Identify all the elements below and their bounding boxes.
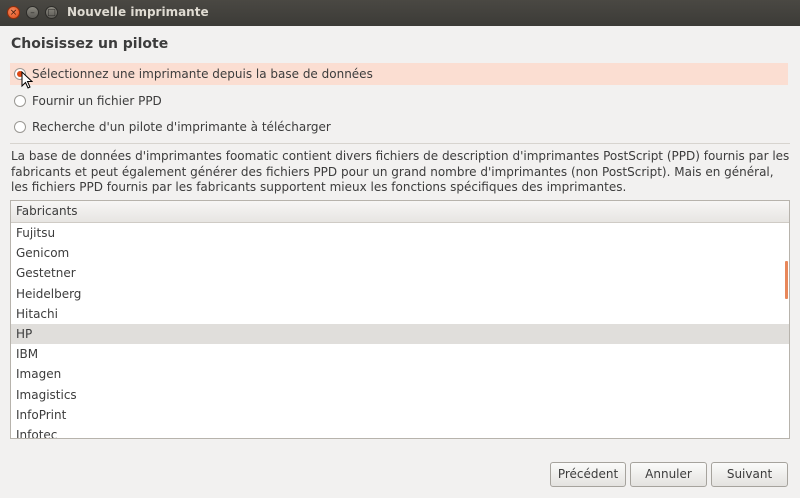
scrollbar-thumb[interactable] xyxy=(785,261,788,299)
option-provide-ppd-file[interactable]: Fournir un fichier PPD xyxy=(10,90,788,112)
list-item[interactable]: Heidelberg xyxy=(11,284,789,304)
description-text: La base de données d'imprimantes foomati… xyxy=(11,149,790,194)
list-item-selected[interactable]: HP xyxy=(11,323,789,345)
previous-button[interactable]: Précédent xyxy=(550,462,626,487)
radio-button[interactable] xyxy=(14,95,26,107)
maximize-window-icon[interactable]: □ xyxy=(45,6,58,19)
close-window-icon[interactable]: × xyxy=(7,6,20,19)
option-label: Recherche d'un pilote d'imprimante à tél… xyxy=(32,120,331,134)
page-title: Choisissez un pilote xyxy=(11,36,169,52)
list-item[interactable]: Fujitsu xyxy=(11,223,789,243)
cancel-button[interactable]: Annuler xyxy=(630,462,707,487)
next-button[interactable]: Suivant xyxy=(711,462,788,487)
print-dialog-window: × – □ Nouvelle imprimante Choisissez un … xyxy=(0,0,800,498)
list-item[interactable]: Imagistics xyxy=(11,385,789,405)
option-select-from-database[interactable]: Sélectionnez une imprimante depuis la ba… xyxy=(10,63,788,85)
option-search-driver-download[interactable]: Recherche d'un pilote d'imprimante à tél… xyxy=(10,116,788,138)
title-bar[interactable]: × – □ Nouvelle imprimante xyxy=(0,0,800,26)
column-header-manufacturers[interactable]: Fabricants xyxy=(11,201,789,223)
separator xyxy=(10,143,790,144)
manufacturer-list[interactable]: Fabricants Fujitsu Genicom Gestetner Hei… xyxy=(10,200,790,439)
list-item[interactable]: Genicom xyxy=(11,243,789,263)
list-item[interactable]: Infotec xyxy=(11,425,789,438)
list-item[interactable]: InfoPrint xyxy=(11,405,789,425)
minimize-window-icon[interactable]: – xyxy=(26,6,39,19)
mouse-pointer-icon xyxy=(21,71,33,89)
list-item[interactable]: IBM xyxy=(11,344,789,364)
option-label: Fournir un fichier PPD xyxy=(32,94,162,108)
window-title: Nouvelle imprimante xyxy=(67,5,209,19)
list-item[interactable]: Imagen xyxy=(11,364,789,384)
list-item[interactable]: Hitachi xyxy=(11,304,789,324)
option-label: Sélectionnez une imprimante depuis la ba… xyxy=(32,67,373,81)
radio-button[interactable] xyxy=(14,121,26,133)
list-item[interactable]: Gestetner xyxy=(11,263,789,283)
